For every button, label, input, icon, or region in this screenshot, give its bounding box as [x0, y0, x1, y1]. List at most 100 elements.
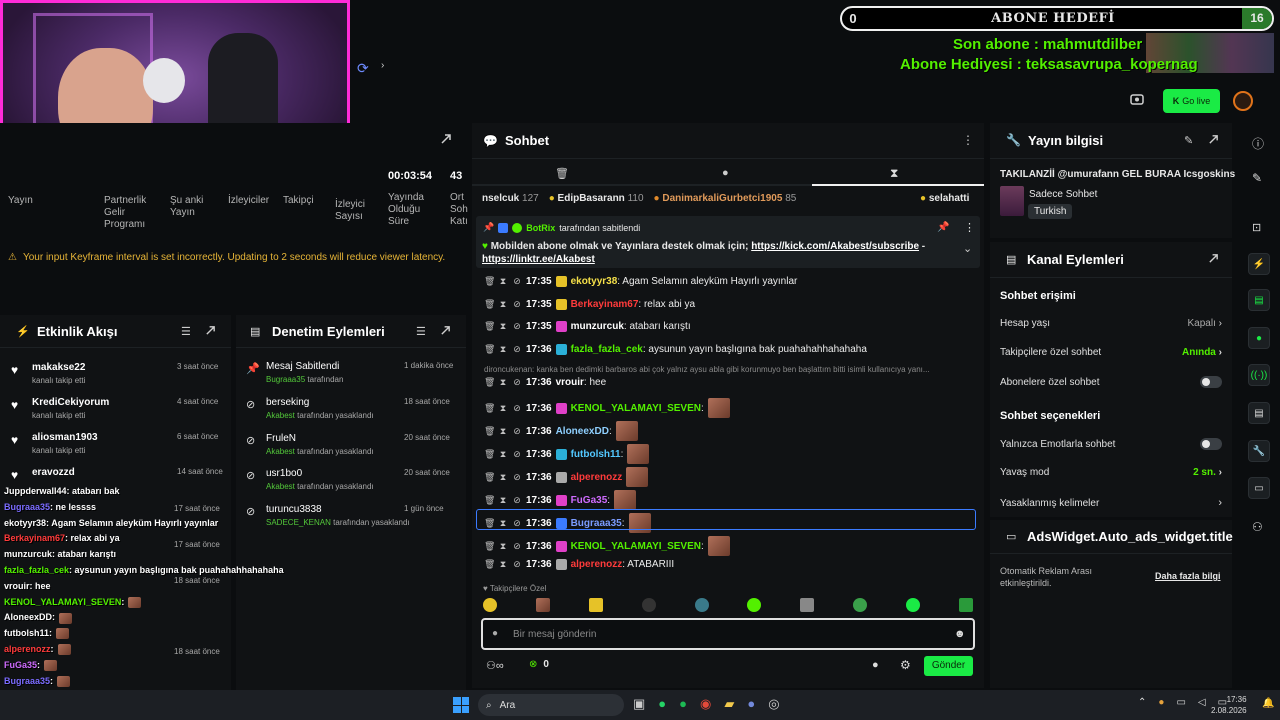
chat-message[interactable]: 🗑 ⧗ ⊘ 17:36 AloneexDD: [484, 421, 638, 441]
followers-only-row[interactable]: Takipçilere özel sohbet Anında › [1000, 347, 1222, 358]
rail-chat-button[interactable]: ● [1248, 327, 1270, 349]
slow-mode-row[interactable]: Yavaş mod 2 sn. › [1000, 467, 1222, 478]
ban-icon[interactable]: ⊘ [512, 559, 522, 570]
emote-item[interactable] [535, 598, 550, 612]
popout-icon[interactable] [1208, 253, 1219, 264]
send-button[interactable]: Gönder [924, 656, 973, 676]
emote-image[interactable] [707, 536, 730, 556]
moderation-target[interactable]: FruleN [266, 433, 296, 444]
emote-item[interactable] [694, 598, 709, 612]
hourglass-icon[interactable]: ⧗ [890, 166, 898, 181]
spotify-icon[interactable]: ● [679, 696, 687, 712]
activity-item[interactable]: ♥ KrediCekiyorum kanalı takip etti 4 saat ö… [0, 396, 231, 428]
leader-item[interactable]: ● EdipBasarann 110 [549, 193, 644, 204]
moderation-item[interactable]: ⊘ usr1bo0 Akabest tarafından yasaklandı 20 … [236, 467, 466, 499]
timeout-icon[interactable]: ⧗ [498, 472, 508, 483]
filter-icon[interactable]: ☰ [416, 325, 426, 338]
expand-icon[interactable] [440, 133, 452, 145]
activity-item[interactable]: ♥ makakse22 kanalı takip etti 3 saat önce [0, 361, 231, 393]
emote-item[interactable] [588, 598, 603, 612]
message-username[interactable]: munzurcuk [571, 321, 624, 332]
info-icon[interactable]: ⓘ [1252, 135, 1264, 152]
subs-only-toggle[interactable] [1200, 376, 1222, 388]
discord-icon[interactable]: ● [747, 696, 755, 712]
timeout-icon[interactable]: ⧗ [498, 426, 508, 437]
delete-icon[interactable]: 🗑 [484, 377, 495, 388]
ban-icon[interactable]: ⊘ [512, 541, 522, 552]
moderation-target[interactable]: Mesaj Sabitlendi [266, 361, 339, 372]
message-username[interactable]: alperenozz [571, 559, 623, 570]
popout-icon[interactable] [440, 325, 451, 336]
chat-message[interactable]: 🗑 ⧗ ⊘ 17:35 ekotyyr38: Agam Selamın aleyküm … [484, 276, 797, 287]
more-options-icon[interactable]: ⋮ [962, 133, 974, 147]
moderation-item[interactable]: ⊘ turuncu3838 SADECE_KENAN tarafından yasa… [236, 503, 466, 535]
timeout-icon[interactable]: ⧗ [498, 559, 508, 570]
timeout-icon[interactable]: ⧗ [498, 495, 508, 506]
chat-message[interactable]: 🗑 ⧗ ⊘ 17:36 KENOL_YALAMAYI_SEVEN: [484, 398, 730, 418]
timeout-icon[interactable]: ⧗ [498, 377, 508, 388]
message-username[interactable]: KENOL_YALAMAYI_SEVEN [571, 541, 701, 552]
emote-item[interactable] [483, 598, 497, 612]
rail-window-button[interactable]: ▭ [1248, 477, 1270, 499]
rail-broadcast-button[interactable]: ((·)) [1248, 364, 1270, 386]
camera-icon[interactable] [1130, 93, 1144, 105]
activity-user[interactable]: eravozzd [32, 467, 75, 478]
emote-image[interactable] [615, 421, 638, 441]
ban-icon[interactable]: ⊘ [512, 377, 522, 388]
leader-item[interactable]: ● DanimarkaliGurbetci1905 85 [654, 193, 797, 204]
unpin-icon[interactable]: 📌 [937, 222, 949, 233]
timeout-icon[interactable]: ⧗ [498, 541, 508, 552]
delete-icon[interactable]: 🗑 [484, 472, 495, 483]
users-icon[interactable]: ⚇∞ [486, 659, 504, 672]
emote-image[interactable] [707, 398, 730, 418]
taskbar-search[interactable]: ⌕ Ara [478, 694, 624, 716]
subscribe-link[interactable]: https://kick.com/Akabest/subscribe [751, 241, 919, 252]
moderation-target[interactable]: berseking [266, 397, 309, 408]
emote-image[interactable] [614, 490, 637, 510]
timeout-icon[interactable]: ⧗ [498, 321, 508, 332]
timeout-icon[interactable]: ⧗ [498, 449, 508, 460]
message-username[interactable]: futbolsh11 [571, 449, 621, 460]
ban-icon[interactable]: ⊘ [512, 403, 522, 414]
emote-item[interactable] [853, 598, 868, 612]
emote-item[interactable] [800, 598, 815, 612]
emote-image[interactable] [626, 467, 649, 487]
moderation-item[interactable]: ⊘ FruleN Akabest tarafından yasaklandı 20 s… [236, 432, 466, 464]
channel-points[interactable]: ⊗ 0 [529, 659, 549, 670]
app-icon[interactable]: ◎ [768, 696, 779, 712]
folder-icon[interactable]: ▰ [724, 696, 734, 712]
delete-icon[interactable]: 🗑 [484, 299, 495, 310]
ban-icon[interactable]: ⊘ [512, 472, 522, 483]
delete-icon[interactable]: 🗑 [484, 276, 495, 287]
delete-icon[interactable]: 🗑 [484, 541, 495, 552]
taskview-icon[interactable]: ▣ [633, 696, 645, 712]
chat-icon[interactable]: ● [722, 167, 729, 179]
emote-item[interactable] [641, 598, 656, 612]
delete-icon[interactable]: 🗑 [484, 403, 495, 414]
message-username[interactable]: ekotyyr38 [571, 276, 618, 287]
timeout-icon[interactable]: ⧗ [498, 403, 508, 414]
chat-message[interactable]: 🗑 ⧗ ⊘ 17:36 alperenozz [484, 467, 649, 487]
crop-icon[interactable]: ⊡ [1252, 221, 1261, 234]
delete-icon[interactable]: 🗑 [484, 559, 495, 570]
ban-icon[interactable]: ⊘ [512, 449, 522, 460]
message-username[interactable]: KENOL_YALAMAYI_SEVEN [571, 403, 701, 414]
chat-input[interactable]: ● Bir mesaj gönderin ☻ [481, 618, 975, 650]
volume-icon[interactable]: ◁ [1198, 697, 1206, 708]
activity-user[interactable]: KrediCekiyorum [32, 397, 109, 408]
emote-only-toggle[interactable] [1200, 438, 1222, 450]
emote-item[interactable] [747, 598, 762, 612]
leader-item[interactable]: nselcuk 127 [482, 193, 539, 204]
ban-icon[interactable]: ⊘ [512, 276, 522, 287]
delete-icon[interactable]: 🗑 [484, 426, 495, 437]
users-icon[interactable]: ⚇ [1252, 520, 1263, 534]
message-username[interactable]: fazla_fazla_cek [571, 344, 643, 355]
windows-start-icon[interactable] [453, 697, 469, 713]
leader-item[interactable]: ● selahatti [920, 193, 969, 204]
delete-icon[interactable]: 🗑 [484, 495, 495, 506]
more-options-icon[interactable]: ⋮ [964, 221, 975, 234]
ban-icon[interactable]: ⊘ [512, 299, 522, 310]
ban-icon[interactable]: ⊘ [512, 495, 522, 506]
emote-item[interactable] [958, 598, 973, 612]
chat-message[interactable]: 🗑 ⧗ ⊘ 17:36 futbolsh11: [484, 444, 650, 464]
